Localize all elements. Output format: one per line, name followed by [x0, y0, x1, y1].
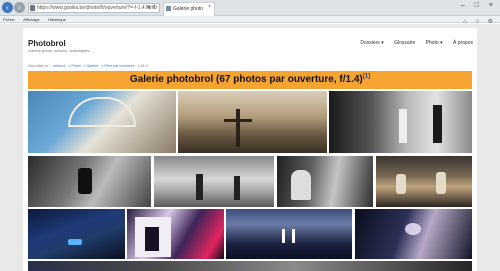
footnote-link[interactable]: [1]: [363, 74, 370, 80]
close-tab-icon[interactable]: ×: [208, 4, 211, 10]
lock-icon: [30, 5, 35, 11]
gallery-photo[interactable]: [277, 156, 373, 207]
gallery-photo[interactable]: [127, 209, 224, 259]
gallery-photo[interactable]: [329, 91, 472, 153]
nav-item-a-propos[interactable]: À propos: [453, 40, 473, 46]
address-actions[interactable]: ✕ ↻: [146, 3, 158, 13]
breadcrumb-link[interactable]: » Galerie: [84, 64, 99, 68]
menu-item-history[interactable]: Historique: [48, 17, 66, 22]
breadcrumb-link[interactable]: » Filtre par ouverture: [101, 64, 134, 68]
favicon-icon: [166, 6, 171, 11]
breadcrumb-link[interactable]: Infobrol: [53, 64, 65, 68]
browser-menu-bar: Fichier Affichage Historique: [0, 16, 500, 23]
menu-item-view[interactable]: Affichage: [23, 17, 40, 22]
gallery-photo[interactable]: [226, 209, 352, 259]
gallery-photo[interactable]: [154, 156, 274, 207]
forward-icon[interactable]: ›: [14, 2, 25, 13]
nav-item-dossiers[interactable]: Dossiers ▾: [360, 40, 383, 46]
gallery-photo[interactable]: [355, 209, 472, 259]
site-subtitle: Galerie photo, albums, statistiques...: [28, 48, 93, 53]
nav-item-glossaire[interactable]: Glossaire: [394, 40, 415, 46]
page-content: Photobrol Galerie photo, albums, statist…: [23, 28, 477, 271]
site-navigation: Dossiers ▾ Glossaire Photo ▾ À propos: [351, 40, 473, 46]
breadcrumb: Vous êtes ici : Infobrol » Photo » Galer…: [28, 64, 150, 68]
gallery-photo[interactable]: [178, 91, 327, 153]
back-icon[interactable]: ‹: [2, 2, 13, 13]
gallery-title: Galerie photobrol (67 photos par ouvertu…: [129, 74, 363, 85]
site-title[interactable]: Photobrol: [28, 39, 66, 48]
address-bar[interactable]: https://www.gosilia.be/photo/fr/ouvertur…: [28, 3, 160, 13]
gallery-banner: Galerie photobrol (67 photos par ouvertu…: [28, 71, 472, 89]
menu-item-file[interactable]: Fichier: [3, 17, 15, 22]
gallery-photo[interactable]: [28, 91, 176, 153]
breadcrumb-current: » f/1.4: [137, 64, 148, 68]
breadcrumb-link[interactable]: » Photo: [68, 64, 80, 68]
gallery-photo[interactable]: [28, 209, 125, 259]
nav-item-photo[interactable]: Photo ▾: [426, 40, 443, 46]
gallery-photo[interactable]: [28, 156, 151, 207]
window-controls[interactable]: – □ ×: [461, 2, 497, 9]
browser-toolbar: ‹ › https://www.gosilia.be/photo/fr/ouve…: [0, 0, 500, 16]
breadcrumb-label: Vous êtes ici :: [28, 64, 52, 68]
gallery-photo[interactable]: [28, 261, 472, 271]
gallery-photo[interactable]: [376, 156, 472, 207]
